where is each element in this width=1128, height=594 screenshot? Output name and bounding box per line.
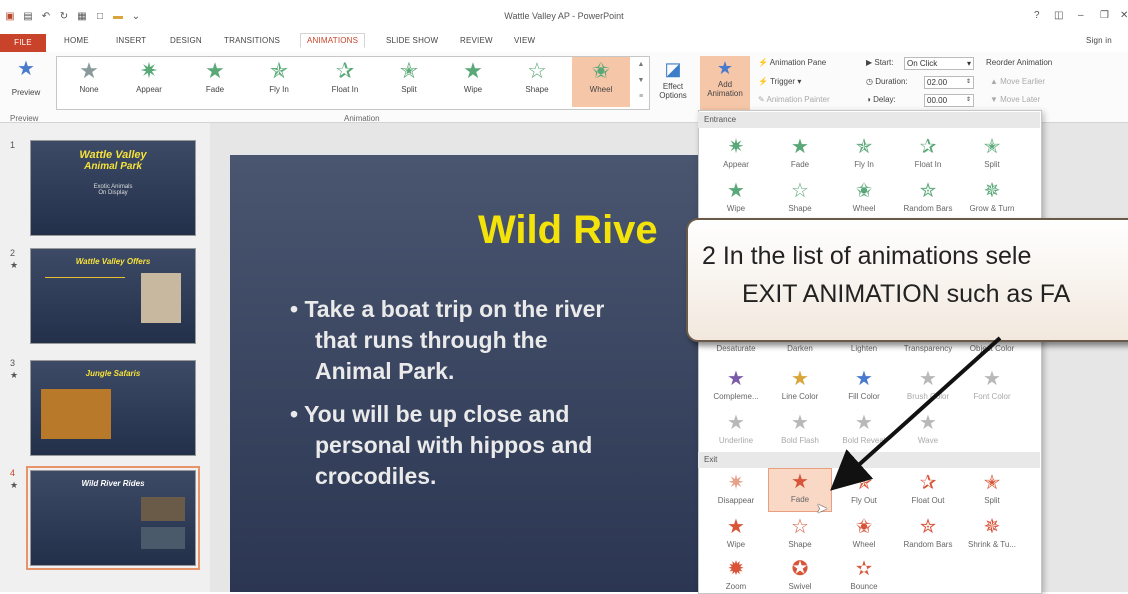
arrow-line — [830, 336, 1002, 491]
pointer-arrow — [830, 336, 1002, 491]
